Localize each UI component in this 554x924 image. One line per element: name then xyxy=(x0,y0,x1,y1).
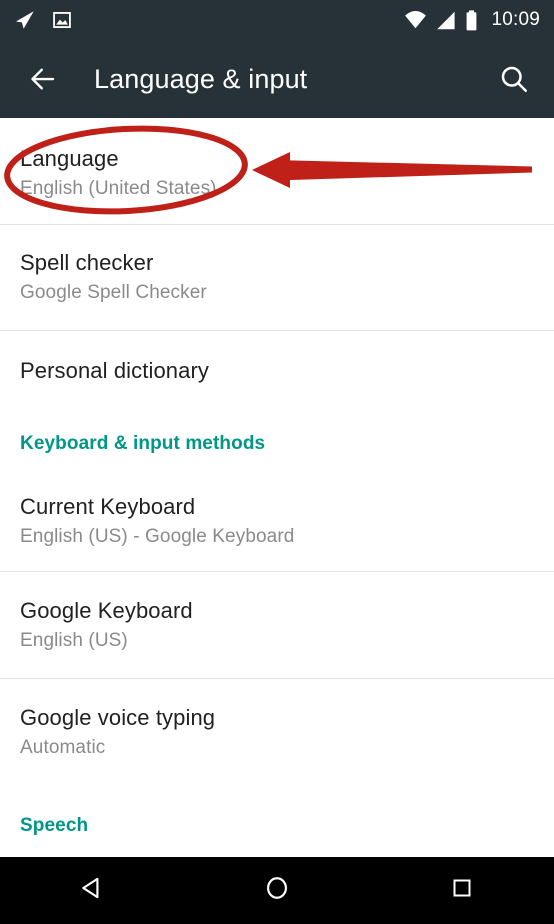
nav-recents-square-icon xyxy=(450,876,474,905)
status-bar-clock: 10:09 xyxy=(491,9,540,30)
list-item-personal-dictionary[interactable]: Personal dictionary xyxy=(0,331,554,410)
list-item-title: Personal dictionary xyxy=(20,357,209,383)
list-item-subtitle: Automatic xyxy=(20,736,106,758)
nav-home-circle-icon xyxy=(264,875,290,906)
list-item-title: Google voice typing xyxy=(20,704,216,730)
android-screen: 10:09 Language & input Language English … xyxy=(0,0,554,924)
list-item-subtitle: English (US) xyxy=(20,629,128,651)
list-item-google-voice-typing[interactable]: Google voice typing Automatic xyxy=(0,679,554,785)
settings-list: Language English (United States) Spell c… xyxy=(0,118,554,857)
list-item-language[interactable]: Language English (United States) xyxy=(0,118,554,224)
image-photo-icon xyxy=(52,10,72,30)
list-item-title: Google Keyboard xyxy=(20,597,193,623)
section-header-speech: Speech xyxy=(0,785,554,855)
cellular-signal-icon xyxy=(436,11,456,30)
search-icon[interactable] xyxy=(492,57,536,101)
section-header-keyboard-input-methods: Keyboard & input methods xyxy=(0,410,554,471)
list-item-current-keyboard[interactable]: Current Keyboard English (US) - Google K… xyxy=(0,471,554,571)
list-item-title: Current Keyboard xyxy=(20,493,196,519)
list-item-subtitle: English (United States) xyxy=(20,177,217,199)
status-bar-notifications xyxy=(14,9,72,31)
section-header-label: Keyboard & input methods xyxy=(20,433,266,454)
app-bar: Language & input xyxy=(0,40,554,118)
status-bar: 10:09 xyxy=(0,0,554,40)
nav-back-button[interactable] xyxy=(50,862,134,920)
nav-recents-button[interactable] xyxy=(420,862,504,920)
nav-home-button[interactable] xyxy=(235,862,319,920)
section-header-label: Speech xyxy=(20,815,89,836)
list-item-subtitle: Google Spell Checker xyxy=(20,282,207,303)
list-item-title: Language xyxy=(20,145,119,171)
list-item-google-keyboard[interactable]: Google Keyboard English (US) xyxy=(0,572,554,678)
page-title: Language & input xyxy=(94,63,308,94)
list-item-title: Spell checker xyxy=(20,250,154,275)
list-item-spell-checker[interactable]: Spell checker Google Spell Checker xyxy=(0,225,554,330)
navigation-bar xyxy=(0,857,554,924)
list-item-subtitle: English (US) - Google Keyboard xyxy=(20,525,295,547)
back-arrow-icon[interactable] xyxy=(22,58,64,100)
battery-full-icon xyxy=(465,9,478,31)
wifi-icon xyxy=(404,10,427,30)
send-paper-plane-icon xyxy=(14,9,36,31)
status-bar-system-icons: 10:09 xyxy=(404,9,540,31)
nav-back-triangle-icon xyxy=(79,875,105,906)
